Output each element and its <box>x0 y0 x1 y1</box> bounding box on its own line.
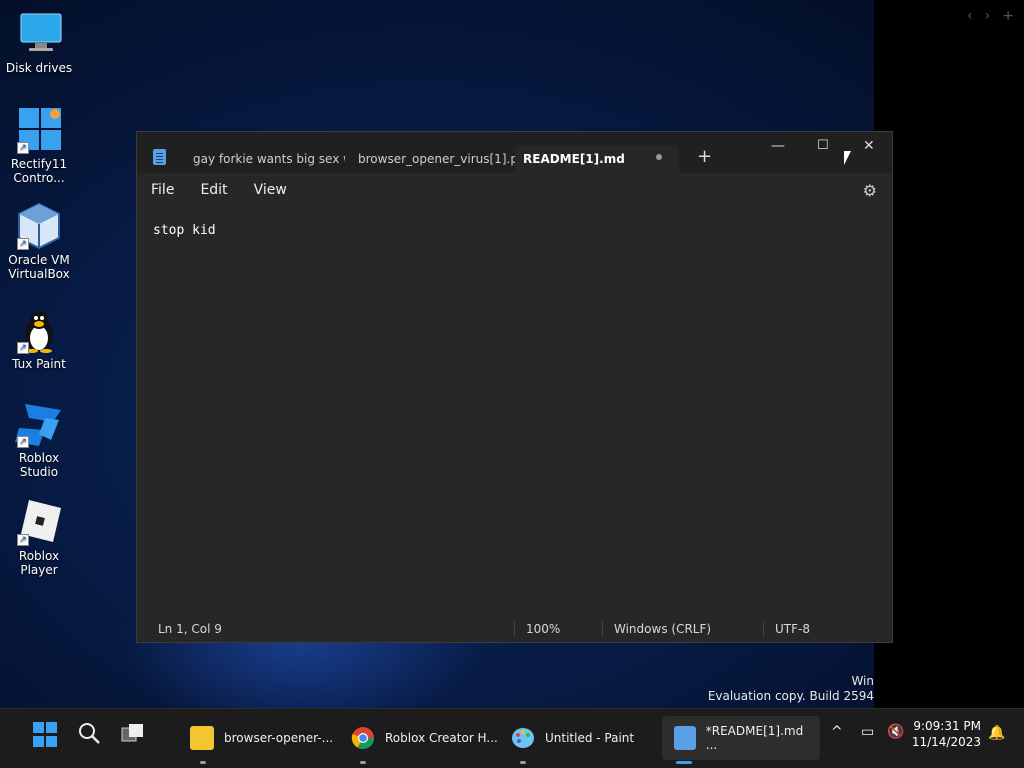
shortcut-arrow-icon: ↗ <box>17 142 29 154</box>
taskbar-app-label: *README[1].md ... <box>705 724 804 752</box>
taskbar-app-paint[interactable]: Untitled - Paint <box>511 716 634 760</box>
title-bar[interactable]: gay forkie wants big sex witl browser_op… <box>137 132 892 173</box>
running-indicator <box>360 761 366 764</box>
tux-penguin-icon: ↗ <box>15 306 63 354</box>
chevron-right-icon[interactable]: › <box>985 8 991 24</box>
menu-view[interactable]: View <box>254 182 287 198</box>
menu-bar: File Edit View ⚙ <box>137 173 892 207</box>
close-button[interactable]: ✕ <box>863 138 875 154</box>
volume-muted-icon[interactable]: 🔇 <box>887 724 904 740</box>
taskbar-app-file-explorer[interactable]: browser-opener-... <box>190 716 333 760</box>
network-icon[interactable]: ▭ <box>861 724 874 740</box>
mouse-cursor-icon <box>844 151 851 165</box>
taskbar-app-chrome[interactable]: Roblox Creator H... <box>351 716 498 760</box>
notepad-icon <box>674 726 696 750</box>
watermark-line-1: Win <box>851 674 874 688</box>
taskbar-app-notepad[interactable]: *README[1].md ... <box>662 716 820 760</box>
desktop-icon-roblox-studio[interactable]: ↗ Roblox Studio <box>0 400 78 479</box>
desktop-icon-rectify11[interactable]: ↗ Rectify11 Contro... <box>0 106 78 185</box>
notepad-window: gay forkie wants big sex witl browser_op… <box>136 131 893 643</box>
roblox-player-icon: ↗ <box>15 498 63 546</box>
watermark-line-2: Evaluation copy. Build 2594 <box>707 689 874 703</box>
new-tab-button[interactable]: + <box>697 146 712 167</box>
tab-label: gay forkie wants big sex witl <box>193 152 345 166</box>
tab-readme[interactable]: README[1].md <box>515 145 679 173</box>
running-indicator <box>520 761 526 764</box>
roblox-studio-icon: ↗ <box>15 400 63 448</box>
paint-palette-icon <box>511 726 535 750</box>
running-indicator <box>200 761 206 764</box>
clock-date: 11/14/2023 <box>911 735 981 749</box>
windows-grid-icon: ↗ <box>15 106 63 154</box>
unsaved-dot-icon[interactable] <box>656 154 662 160</box>
status-position: Ln 1, Col 9 <box>158 622 222 636</box>
desktop-icon-disk-drives[interactable]: Disk drives <box>0 10 78 75</box>
shortcut-arrow-icon: ↗ <box>17 342 29 354</box>
monitor-icon <box>15 10 63 58</box>
plus-icon[interactable]: + <box>1002 8 1014 24</box>
chevron-up-icon[interactable]: ^ <box>831 724 843 740</box>
maximize-button[interactable]: ☐ <box>817 138 829 153</box>
status-divider <box>763 621 764 636</box>
start-button[interactable] <box>33 722 59 748</box>
clock-time: 9:09:31 PM <box>913 719 981 733</box>
evaluation-watermark: Win Evaluation copy. Build 2594 <box>708 674 874 704</box>
virtualbox-icon: ↗ <box>15 202 63 250</box>
text-editor[interactable]: stop kid <box>137 207 892 617</box>
desktop-icon-label: Rectify11 Contro... <box>10 157 68 185</box>
tab-gay-forkie[interactable]: gay forkie wants big sex witl <box>193 145 345 173</box>
status-line-ending: Windows (CRLF) <box>614 622 712 636</box>
desktop-icon-tux-paint[interactable]: ↗ Tux Paint <box>0 306 78 371</box>
taskbar-app-label: Untitled - Paint <box>545 731 635 745</box>
desktop-icon-label: Roblox Studio <box>18 451 60 479</box>
desktop-black-area: ‹ › + <box>874 0 1024 708</box>
desktop-icon-label: Oracle VM VirtualBox <box>8 253 70 281</box>
minimize-button[interactable]: — <box>771 138 785 154</box>
task-view-icon[interactable] <box>120 721 146 747</box>
desktop-icon-label: Disk drives <box>5 61 73 75</box>
editor-content[interactable]: stop kid <box>153 223 876 238</box>
corner-nav: ‹ › + <box>967 8 1014 24</box>
search-icon[interactable] <box>77 721 103 747</box>
notification-bell-icon[interactable]: 🔔 <box>988 725 1005 741</box>
taskbar-app-label: Roblox Creator H... <box>385 731 498 745</box>
taskbar-app-label: browser-opener-... <box>224 731 334 745</box>
chevron-left-icon[interactable]: ‹ <box>967 8 973 24</box>
shortcut-arrow-icon: ↗ <box>17 238 29 250</box>
active-indicator <box>676 761 692 764</box>
desktop-icon-virtualbox[interactable]: ↗ Oracle VM VirtualBox <box>0 202 78 281</box>
taskbar: browser-opener-... Roblox Creator H... U… <box>0 708 1024 768</box>
tab-label: browser_opener_virus[1].py <box>358 152 518 166</box>
shortcut-arrow-icon: ↗ <box>17 436 29 448</box>
menu-edit[interactable]: Edit <box>200 182 227 198</box>
status-bar: Ln 1, Col 9 100% Windows (CRLF) UTF-8 <box>137 616 892 642</box>
tab-browser-opener[interactable]: browser_opener_virus[1].py <box>358 145 518 173</box>
notepad-icon <box>153 149 166 165</box>
chrome-icon <box>351 726 375 750</box>
desktop-icon-roblox-player[interactable]: ↗ Roblox Player <box>0 498 78 577</box>
gear-icon[interactable]: ⚙ <box>863 181 877 200</box>
desktop-icon-label: Tux Paint <box>12 357 66 371</box>
shortcut-arrow-icon: ↗ <box>17 534 29 546</box>
menu-file[interactable]: File <box>151 182 174 198</box>
status-zoom: 100% <box>526 622 561 636</box>
clock[interactable]: 9:09:31 PM 11/14/2023 <box>912 718 981 750</box>
status-encoding: UTF-8 <box>775 622 810 636</box>
status-divider <box>514 621 515 636</box>
tab-label: README[1].md <box>523 152 625 166</box>
status-divider <box>602 621 603 636</box>
folder-icon <box>190 726 214 750</box>
desktop-icon-label: Roblox Player <box>18 549 60 577</box>
